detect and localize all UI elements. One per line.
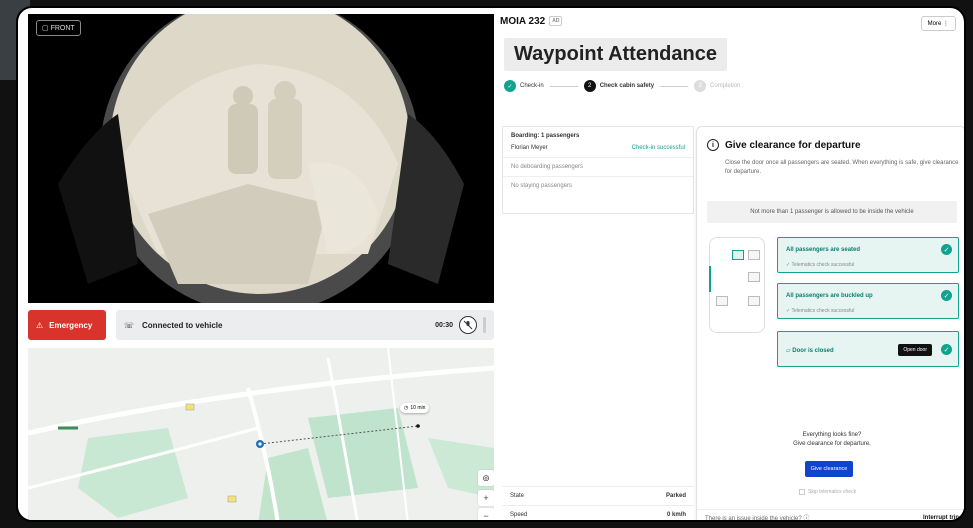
capacity-notice: Not more than 1 passenger is allowed to …: [707, 201, 957, 223]
interrupt-trip-button[interactable]: Interrupt trip: [923, 515, 959, 521]
prompt-line-1: Everything looks fine?: [802, 432, 862, 438]
check-title: ▱ Door is closed: [786, 347, 834, 354]
step-2-label: Check cabin safety: [599, 83, 655, 89]
checkbox-icon: [799, 489, 805, 495]
vehicle-tag: AD: [549, 16, 563, 27]
issue-text: There is an issue inside the vehicle?: [705, 516, 802, 522]
plus-icon: +: [483, 493, 489, 503]
phone-icon: ☏: [124, 320, 135, 330]
info-icon: ⓘ: [803, 516, 810, 522]
stat-label: Speed: [510, 512, 528, 518]
step-3-label: Completion: [710, 83, 741, 89]
door-icon: ▱: [786, 348, 791, 354]
check-title: All passengers are buckled up: [786, 293, 873, 299]
cabin-fisheye-image: [28, 14, 494, 303]
check-subtitle: ✓ Telematics check successful: [786, 308, 855, 314]
seat-icon: [732, 250, 744, 260]
progress-stepper: ✓ Check-in 2 Check cabin safety 3 Comple…: [504, 80, 740, 92]
check-subtitle-text: Telematics check successful: [791, 308, 855, 314]
door-indicator: [709, 266, 711, 292]
microphone-off-icon: [463, 320, 473, 330]
clearance-panel: i Give clearance for departure Close the…: [696, 126, 964, 522]
map-canvas: [28, 348, 494, 520]
step-3-icon: 3: [694, 80, 707, 92]
step-1-icon: ✓: [504, 80, 516, 92]
passenger-row[interactable]: Florian Meyer Check-in successful: [511, 145, 685, 151]
staying-section: No staying passengers: [511, 183, 573, 189]
panel-footer: There is an issue inside the vehicle? ⓘ …: [697, 509, 964, 522]
zoom-out-button[interactable]: −: [478, 508, 494, 521]
mute-microphone-button[interactable]: [459, 316, 477, 334]
check-subtitle-text: Telematics check successful: [791, 262, 855, 268]
kebab-menu-icon: ⋮: [943, 21, 949, 27]
camera-front-badge[interactable]: ▢ FRONT: [36, 20, 81, 36]
drag-handle[interactable]: [483, 317, 486, 333]
prompt-line-2: Give clearance for departure.: [793, 441, 871, 447]
more-button[interactable]: More ⋮: [920, 16, 956, 31]
check-title-text: Door is closed: [792, 348, 834, 354]
stat-value: Parked: [665, 493, 686, 499]
step-2-icon: 2: [583, 80, 596, 92]
page-title: Waypoint Attendance: [504, 38, 727, 71]
vehicle-stats: State Parked Speed 0 km/h: [502, 486, 694, 520]
warning-icon: ⚠: [36, 320, 44, 330]
check-door: ▱ Door is closed Open door ✓: [777, 331, 959, 367]
stat-label: State: [510, 493, 525, 499]
passenger-list: Boarding: 1 passengers Florian Meyer Che…: [502, 126, 694, 214]
more-label: More: [927, 21, 942, 27]
skip-telematics-checkbox[interactable]: Skip telematics check: [799, 489, 856, 495]
step-divider: [660, 85, 689, 87]
zoom-in-button[interactable]: +: [478, 490, 494, 506]
app-window: ▢ FRONT ⚠ Emergency ☏ Connected to vehic…: [16, 6, 966, 522]
eta-text: 10 min: [410, 405, 426, 411]
seat-icon: [716, 296, 728, 306]
vehicle-name-text: MOIA 232: [500, 16, 546, 27]
clock-icon: ◷: [404, 405, 409, 411]
seat-icon: [748, 250, 760, 260]
skip-label: Skip telematics check: [808, 489, 857, 495]
call-status-bar: ☏ Connected to vehicle 00:30: [116, 310, 494, 340]
cabin-camera-feed: ▢ FRONT: [28, 14, 494, 303]
step-divider: [549, 85, 578, 87]
minus-icon: −: [483, 511, 489, 521]
emergency-label: Emergency: [49, 320, 93, 330]
boarding-heading: Boarding: 1 passengers: [511, 133, 580, 139]
map-recenter-button[interactable]: ⊚: [478, 470, 494, 486]
open-door-button[interactable]: Open door: [898, 344, 932, 356]
checkmark-icon: ✓: [941, 244, 952, 255]
stat-value: 0 km/h: [666, 512, 686, 518]
checkmark-icon: ✓: [941, 290, 952, 301]
give-clearance-button[interactable]: Give clearance: [805, 461, 853, 477]
stat-row-speed: Speed 0 km/h: [502, 505, 694, 520]
seat-icon: [748, 272, 760, 282]
eta-bubble: ◷ 10 min: [400, 403, 430, 413]
emergency-button[interactable]: ⚠ Emergency: [28, 310, 106, 340]
clearance-title: Give clearance for departure: [725, 139, 861, 151]
check-subtitle: ✓ Telematics check successful: [786, 262, 855, 268]
check-buckled: All passengers are buckled up ✓ ✓ Telema…: [777, 283, 959, 319]
info-icon: i: [707, 139, 719, 151]
issue-link[interactable]: There is an issue inside the vehicle? ⓘ: [705, 513, 810, 522]
camera-label: FRONT: [50, 25, 75, 32]
check-seated: All passengers are seated ✓ ✓ Telematics…: [777, 237, 959, 273]
route-map[interactable]: ◷ 10 min ⊚ + −: [28, 348, 494, 521]
check-title: All passengers are seated: [786, 247, 861, 253]
target-icon: ⊚: [482, 472, 490, 483]
clearance-description: Close the door once all passengers are s…: [725, 160, 959, 175]
stat-row-state: State Parked: [502, 486, 694, 505]
passenger-name: Florian Meyer: [511, 145, 548, 151]
seat-icon: [748, 296, 760, 306]
passenger-status: Check-in successful: [631, 145, 685, 151]
call-timer: 00:30: [435, 321, 453, 329]
vehicle-name: MOIA 232 AD: [500, 16, 563, 27]
clearance-prompt: Everything looks fine? Give clearance fo…: [697, 431, 964, 449]
call-status-text: Connected to vehicle: [142, 320, 223, 330]
deboarding-section: No deboarding passengers: [503, 158, 693, 177]
seat-map: [709, 237, 765, 333]
step-1-label: Check-in: [520, 83, 544, 89]
clearance-heading: i Give clearance for departure: [707, 139, 861, 151]
boarding-section: Boarding: 1 passengers Florian Meyer Che…: [503, 127, 693, 158]
checkmark-icon: ✓: [941, 344, 952, 355]
